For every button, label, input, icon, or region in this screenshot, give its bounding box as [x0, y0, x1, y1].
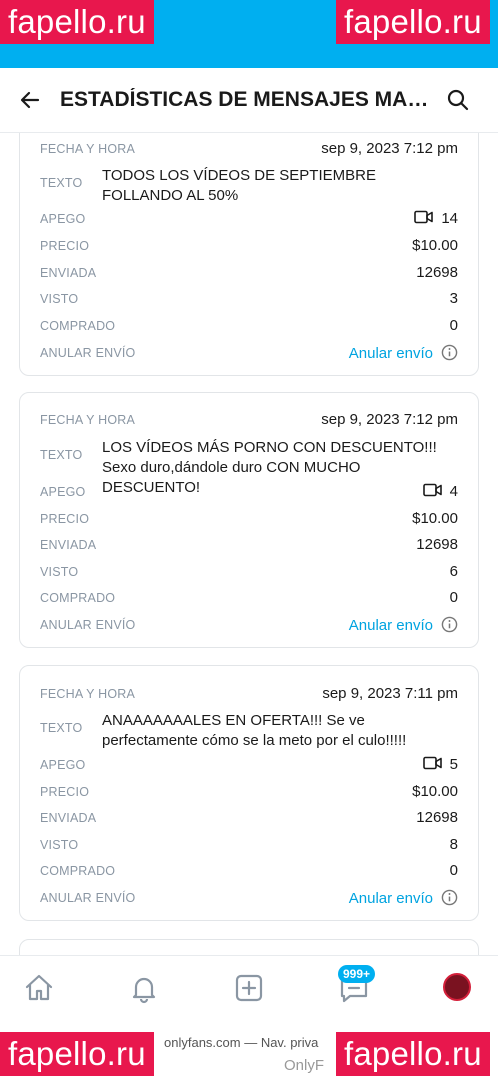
texto-value: TODOS LOS VÍDEOS DE SEPTIEMBRE FOLLANDO …	[102, 167, 376, 204]
row-texto: TEXTO TODOS LOS VÍDEOS DE SEPTIEMBRE FOL…	[40, 164, 458, 208]
footer-text-secondary: OnlyF	[284, 1057, 325, 1074]
home-icon[interactable]	[23, 972, 55, 1004]
visto-value: 3	[449, 290, 458, 307]
comprado-value: 0	[449, 862, 458, 879]
enviada-value: 12698	[416, 264, 458, 281]
watermark-top-right: fapello.ru	[336, 0, 490, 44]
apego-value: 5	[449, 756, 458, 773]
message-stat-card	[19, 939, 479, 955]
message-stat-card: FECHA Y HORA sep 9, 2023 7:12 pm TEXTO L…	[19, 392, 479, 648]
search-icon[interactable]	[446, 88, 470, 112]
cancel-send-link[interactable]: Anular envío	[349, 890, 433, 907]
cancel-send-link[interactable]: Anular envío	[349, 345, 433, 362]
apego-value: 14	[441, 210, 458, 227]
cancel-send-link[interactable]: Anular envío	[349, 617, 433, 634]
watermark-top-left: fapello.ru	[0, 0, 154, 44]
texto-value: LOS VÍDEOS MÁS PORNO CON DESCUENTO!!! Se…	[102, 439, 437, 496]
video-icon	[422, 483, 442, 497]
message-stat-card: FECHA Y HORA sep 9, 2023 7:11 pm TEXTO A…	[19, 665, 479, 921]
avatar[interactable]	[443, 973, 471, 1001]
row-texto: TEXTO LOS VÍDEOS MÁS PORNO CON DESCUENTO…	[40, 436, 458, 496]
texto-value: ANAAAAAAALES EN OFERTA!!! Se ve perfecta…	[102, 712, 407, 749]
comprado-value: 0	[449, 589, 458, 606]
enviada-value: 12698	[416, 536, 458, 553]
messages-badge: 999+	[338, 965, 376, 983]
app-bar: ESTADÍSTICAS DE MENSAJES MAS...	[0, 68, 498, 133]
watermark-bottom-left: fapello.ru	[0, 1032, 154, 1076]
precio-value: $10.00	[412, 783, 458, 800]
enviada-value: 12698	[416, 809, 458, 826]
info-icon[interactable]	[441, 889, 458, 906]
fecha-value: sep 9, 2023 7:11 pm	[322, 685, 458, 702]
video-icon	[422, 756, 442, 770]
back-arrow-icon[interactable]	[18, 88, 42, 112]
fecha-value: sep 9, 2023 7:12 pm	[321, 411, 458, 428]
row-texto: TEXTO ANAAAAAAALES EN OFERTA!!! Se ve pe…	[40, 709, 458, 753]
stats-list[interactable]: FECHA Y HORA sep 9, 2023 7:12 pm TEXTO T…	[0, 133, 498, 955]
precio-value: $10.00	[412, 510, 458, 527]
video-icon	[414, 210, 434, 224]
precio-value: $10.00	[412, 237, 458, 254]
watermark-bottom-right: fapello.ru	[336, 1032, 490, 1076]
comprado-value: 0	[449, 317, 458, 334]
visto-value: 8	[449, 836, 458, 853]
info-icon[interactable]	[441, 616, 458, 633]
visto-value: 6	[449, 563, 458, 580]
footer-text: onlyfans.com — Nav. priva	[164, 1035, 319, 1050]
message-stat-card: FECHA Y HORA sep 9, 2023 7:12 pm TEXTO T…	[19, 133, 479, 376]
bottom-nav: 999+	[0, 955, 498, 1022]
info-icon[interactable]	[441, 344, 458, 361]
add-post-icon[interactable]	[233, 972, 265, 1004]
page-title: ESTADÍSTICAS DE MENSAJES MAS...	[60, 88, 430, 111]
bell-icon[interactable]	[128, 972, 160, 1004]
fecha-value: sep 9, 2023 7:12 pm	[321, 140, 458, 157]
apego-value: 4	[449, 483, 458, 500]
